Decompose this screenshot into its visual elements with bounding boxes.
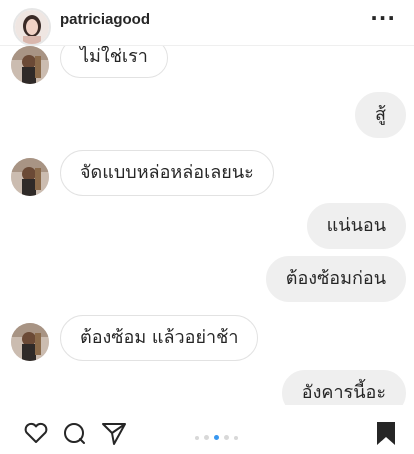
message-thread[interactable]: ไม่ใช่เรา สู้ จัดแบบหล่อหล่อเลยนะ แน่นอน… [0, 0, 414, 405]
carousel-dot [234, 436, 238, 440]
message-bubble-sent[interactable]: อังคารนี้อะ [281, 370, 406, 405]
message-row: ต้องซ้อมก่อน [0, 256, 414, 302]
message-bubble-sent[interactable]: แน่นอน [306, 203, 406, 249]
action-bar [0, 405, 414, 454]
avatar[interactable] [11, 158, 49, 196]
username[interactable]: patriciagood [60, 11, 150, 28]
message-bubble-sent[interactable]: สู้ [355, 92, 406, 138]
avatar[interactable] [11, 323, 49, 361]
message-row: อังคารนี้อะ [0, 370, 414, 405]
bookmark-icon[interactable] [372, 419, 400, 447]
message-row: แน่นอน [0, 203, 414, 249]
carousel-dot [195, 436, 199, 440]
more-horizontal-icon[interactable]: ··· [370, 6, 396, 30]
heart-icon[interactable] [22, 419, 50, 447]
carousel-dot-active [214, 435, 219, 440]
message-row: สู้ [0, 92, 414, 138]
message-bubble-received[interactable]: จัดแบบหล่อหล่อเลยนะ [60, 150, 274, 196]
profile-avatar[interactable] [13, 8, 51, 46]
message-bubble-received[interactable]: ต้องซ้อม แล้วอย่าช้า [60, 315, 259, 361]
carousel-dot [224, 435, 229, 440]
message-row: จัดแบบหล่อหล่อเลยนะ [0, 150, 414, 196]
comment-icon[interactable] [60, 419, 88, 447]
chat-header: patriciagood ··· [0, 0, 414, 46]
avatar[interactable] [11, 46, 49, 84]
message-row: ต้องซ้อม แล้วอย่าช้า [0, 315, 414, 361]
carousel-indicator [195, 435, 238, 440]
message-bubble-sent[interactable]: ต้องซ้อมก่อน [265, 256, 406, 302]
carousel-dot [204, 435, 209, 440]
share-icon[interactable] [100, 419, 128, 447]
